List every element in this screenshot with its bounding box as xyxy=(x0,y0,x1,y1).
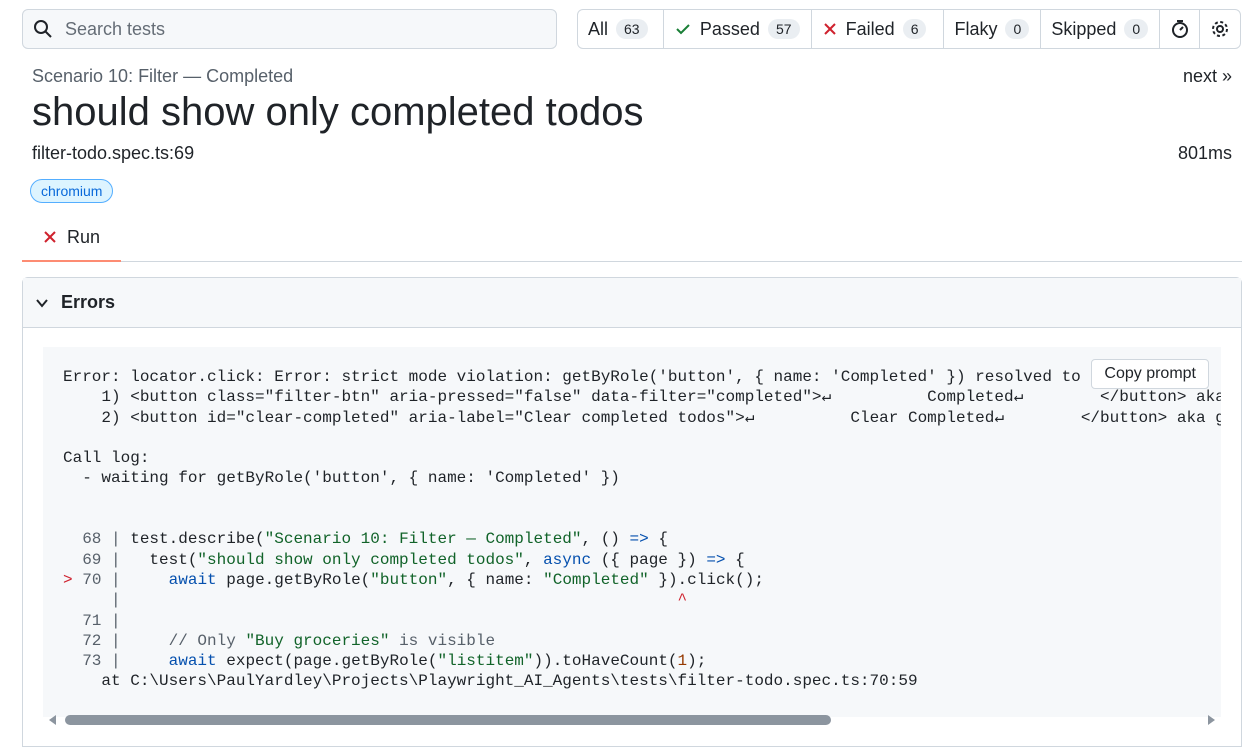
filter-all[interactable]: All 63 xyxy=(578,10,664,48)
page-title: should show only completed todos xyxy=(32,90,644,134)
code-line: > 70 | await page.getByRole("button", { … xyxy=(63,570,764,589)
filter-flaky[interactable]: Flaky 0 xyxy=(944,10,1042,48)
error-line: 2) <button id="clear-completed" aria-lab… xyxy=(101,408,1221,427)
error-message: Error: locator.click: Error: strict mode… xyxy=(43,347,1221,717)
timer-button[interactable] xyxy=(1160,10,1201,48)
code-line: 69 | test("should show only completed to… xyxy=(63,550,745,569)
x-icon xyxy=(44,231,56,243)
code-line: 68 | test.describe("Scenario 10: Filter … xyxy=(63,530,668,549)
stack-line: at C:\Users\PaulYardley\Projects\Playwri… xyxy=(63,672,918,691)
scroll-thumb[interactable] xyxy=(65,715,831,725)
filter-skipped[interactable]: Skipped 0 xyxy=(1041,10,1161,48)
copy-prompt-button[interactable]: Copy prompt xyxy=(1091,359,1209,389)
stopwatch-icon xyxy=(1171,20,1188,38)
filter-count: 0 xyxy=(1005,19,1030,39)
filter-label: Skipped xyxy=(1051,18,1117,39)
status-filters: All 63 Passed 57 Failed 6 Flaky 0 Skippe… xyxy=(577,9,1241,49)
settings-button[interactable] xyxy=(1200,10,1240,48)
code-line: | ^ xyxy=(63,591,688,610)
scroll-left-icon[interactable] xyxy=(49,715,56,725)
code-line: 73 | await expect(page.getByRole("listit… xyxy=(63,652,707,671)
filter-count: 57 xyxy=(767,19,800,39)
errors-header[interactable]: Errors xyxy=(23,278,1241,328)
error-line: - waiting for getByRole('button', { name… xyxy=(63,469,620,488)
filter-label: All xyxy=(588,18,609,39)
error-line: ​ xyxy=(63,509,1201,529)
search-icon xyxy=(34,20,52,38)
code-line: 71 | xyxy=(63,611,121,630)
error-line: ​ xyxy=(63,489,1201,509)
breadcrumb: Scenario 10: Filter — Completed xyxy=(32,66,294,86)
test-location: filter-todo.spec.ts:69 xyxy=(32,143,195,163)
error-line: 1) <button class="filter-btn" aria-press… xyxy=(101,388,1221,407)
next-link[interactable]: next » xyxy=(1183,66,1232,87)
tab-label: Run xyxy=(66,226,101,247)
filter-label: Failed xyxy=(845,18,895,39)
error-line: Call log: xyxy=(63,449,150,468)
horizontal-scrollbar[interactable] xyxy=(43,710,1221,730)
error-line: ​ xyxy=(63,428,1201,448)
test-duration: 801ms xyxy=(1177,143,1232,163)
run-tabs: Run xyxy=(22,214,1242,262)
gear-icon xyxy=(1212,21,1229,37)
filter-failed[interactable]: Failed 6 xyxy=(812,10,945,48)
filter-count: 63 xyxy=(616,19,648,39)
project-badge[interactable]: chromium xyxy=(30,179,114,203)
tab-run[interactable]: Run xyxy=(22,214,121,262)
checkmark-icon xyxy=(676,24,690,35)
filter-label: Flaky xyxy=(954,18,998,39)
search-box[interactable] xyxy=(22,9,557,49)
x-icon xyxy=(823,23,836,35)
filter-passed[interactable]: Passed 57 xyxy=(664,10,812,48)
filter-count: 6 xyxy=(902,19,927,39)
scroll-right-icon[interactable] xyxy=(1208,715,1215,725)
code-line: 72 | // Only "Buy groceries" is visible xyxy=(63,631,496,650)
errors-title: Errors xyxy=(61,292,116,312)
errors-panel: Errors Error: locator.click: Error: stri… xyxy=(22,277,1242,747)
search-input[interactable] xyxy=(63,17,523,41)
filter-count: 0 xyxy=(1124,19,1149,39)
filter-label: Passed xyxy=(699,18,760,39)
error-line: Error: locator.click: Error: strict mode… xyxy=(63,368,1196,386)
chevron-down-icon xyxy=(36,298,48,308)
